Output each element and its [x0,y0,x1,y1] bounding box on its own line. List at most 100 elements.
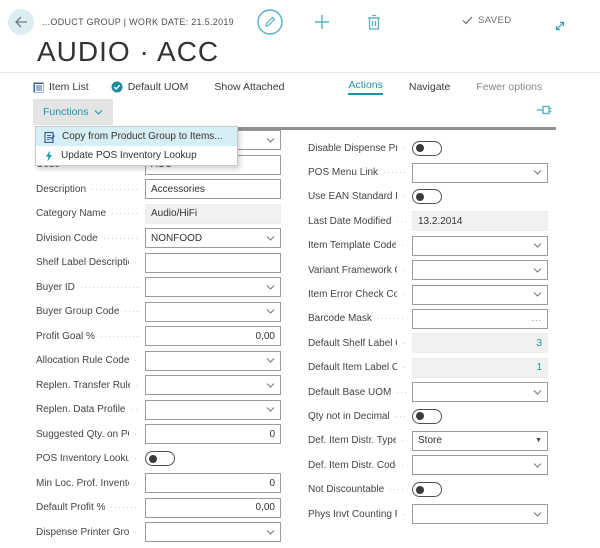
chevron-down-icon[interactable] [266,358,275,363]
pin-button[interactable] [537,103,552,121]
buyer-id-combobox[interactable] [145,277,281,297]
chevron-down-icon[interactable] [533,292,542,297]
chevron-down-icon[interactable] [266,407,275,412]
toggle-knob [416,412,424,420]
variant-framework-co-combobox[interactable] [412,260,548,280]
chevron-down-icon[interactable] [266,236,275,241]
form-row-default-item-label-co: Default Item Label Co...1 [308,356,548,380]
dotted-leader [135,434,139,435]
field-label: Category Name [36,208,106,219]
chevron-down-icon[interactable] [533,268,542,273]
action-default-uom[interactable]: Default UOM [111,81,189,94]
def-item-distr-type-select[interactable]: Store▼ [412,431,548,451]
delete-button[interactable] [360,8,388,36]
pos-inventory-lookup-toggle[interactable] [145,451,175,466]
update-bolt-icon [44,150,54,162]
form-row-pos-inventory-lookup: POS Inventory Lookup [36,447,281,472]
fewer-options-button[interactable]: Fewer options [476,81,542,94]
form-row-replen-data-profile: Replen. Data Profile [36,398,281,423]
edit-button[interactable] [256,8,284,36]
chevron-down-icon[interactable] [266,383,275,388]
field-label: Barcode Mask [308,313,372,324]
action-bar: Item List Default UOM Show Attached Acti… [33,79,542,95]
dotted-leader [135,262,139,263]
chevron-down-icon[interactable] [266,285,275,290]
tab-navigate[interactable]: Navigate [409,81,450,94]
form-row-division-code: Division Code NONFOOD [36,226,281,251]
not-discountable-toggle[interactable] [412,482,442,497]
dotted-leader [403,270,406,271]
profit-goal-input[interactable]: 0,00 [145,326,281,346]
shelf-label-description-input[interactable] [145,253,281,273]
lookup-ellipsis-icon[interactable]: ... [531,314,542,323]
form-row-use-ean-standard-barc: Use EAN Standard Barc. [308,185,548,209]
qty-not-in-decimal-toggle[interactable] [412,409,442,424]
back-button[interactable] [8,9,34,35]
field-label: Min Loc. Prof. Inventory [36,478,129,489]
default-base-uom-combobox[interactable] [412,382,548,402]
field-value: NONFOOD [151,233,202,244]
check-icon [462,16,473,25]
chevron-down-icon[interactable] [266,309,275,314]
chevron-down-icon[interactable] [533,512,542,517]
field-label: Replen. Data Profile [36,404,126,415]
phys-invt-counting-pe-combobox[interactable] [412,504,548,524]
field-label: Use EAN Standard Barc. [308,191,397,202]
back-arrow-icon [14,16,28,28]
field-label: Default Base UOM [308,387,391,398]
menu-item-update-pos-inventory-lookup[interactable]: Update POS Inventory Lookup [36,146,237,165]
field-value: Audio/HiFi [151,208,197,219]
division-code-combobox[interactable]: NONFOOD [145,228,281,248]
dotted-leader [403,196,406,197]
chevron-down-icon [94,110,103,115]
default-profit-input[interactable]: 0,00 [145,498,281,518]
buyer-group-code-combobox[interactable] [145,302,281,322]
menu-item-label: Update POS Inventory Lookup [61,150,197,161]
tab-actions[interactable]: Actions [348,79,382,95]
disable-dispense-prin-toggle[interactable] [412,141,442,156]
use-ean-standard-barc-toggle[interactable] [412,189,442,204]
dotted-leader [112,213,139,214]
description-input[interactable]: Accessories [145,179,281,199]
allocation-rule-code-combobox[interactable] [145,351,281,371]
item-template-code-combobox[interactable] [412,236,548,256]
chevron-down-icon[interactable] [533,463,542,468]
dispense-printer-group-combobox[interactable] [145,522,281,542]
form-row-pos-menu-link: POS Menu Link [308,160,548,184]
field-label: Division Code [36,233,98,244]
dotted-leader [111,507,139,508]
new-button[interactable] [308,8,336,36]
dotted-leader [135,483,139,484]
replen-data-profile-combobox[interactable] [145,400,281,420]
suggested-qty-on-pos-input[interactable]: 0 [145,424,281,444]
barcode-mask-lookup-field[interactable]: ... [412,309,548,329]
field-label: Suggested Qty. on POS [36,429,129,440]
dotted-leader [403,343,406,344]
menu-item-copy-from-product-group-to-items[interactable]: Copy from Product Group to Items... [36,127,237,146]
field-label: Item Error Check Code [308,289,397,300]
dotted-leader [384,172,406,173]
toggle-knob [416,144,424,152]
form-row-default-shelf-label-co: Default Shelf Label Co...3 [308,331,548,355]
chevron-down-icon[interactable] [266,138,275,143]
min-loc-prof-inventory-input[interactable]: 0 [145,473,281,493]
dropdown-triangle-icon[interactable]: ▼ [535,437,542,444]
replen-transfer-rule-combobox[interactable] [145,375,281,395]
chevron-down-icon[interactable] [533,390,542,395]
chevron-down-icon[interactable] [266,530,275,535]
field-label: Default Profit % [36,502,105,513]
chevron-down-icon[interactable] [533,170,542,175]
field-label: Dispense Printer Group [36,527,129,538]
functions-menu-button[interactable]: Functions [33,99,113,125]
pos-menu-link-combobox[interactable] [412,163,548,183]
form-row-variant-framework-co: Variant Framework Co... [308,258,548,282]
dotted-leader [104,238,139,239]
expand-page-button[interactable] [546,12,574,40]
action-item-list[interactable]: Item List [33,81,89,94]
item-error-check-code-combobox[interactable] [412,285,548,305]
dotted-leader [397,221,406,222]
def-item-distr-code-combobox[interactable] [412,455,548,475]
expand-arrows-icon [553,19,567,33]
chevron-down-icon[interactable] [533,243,542,248]
action-show-attached[interactable]: Show Attached [214,81,284,94]
